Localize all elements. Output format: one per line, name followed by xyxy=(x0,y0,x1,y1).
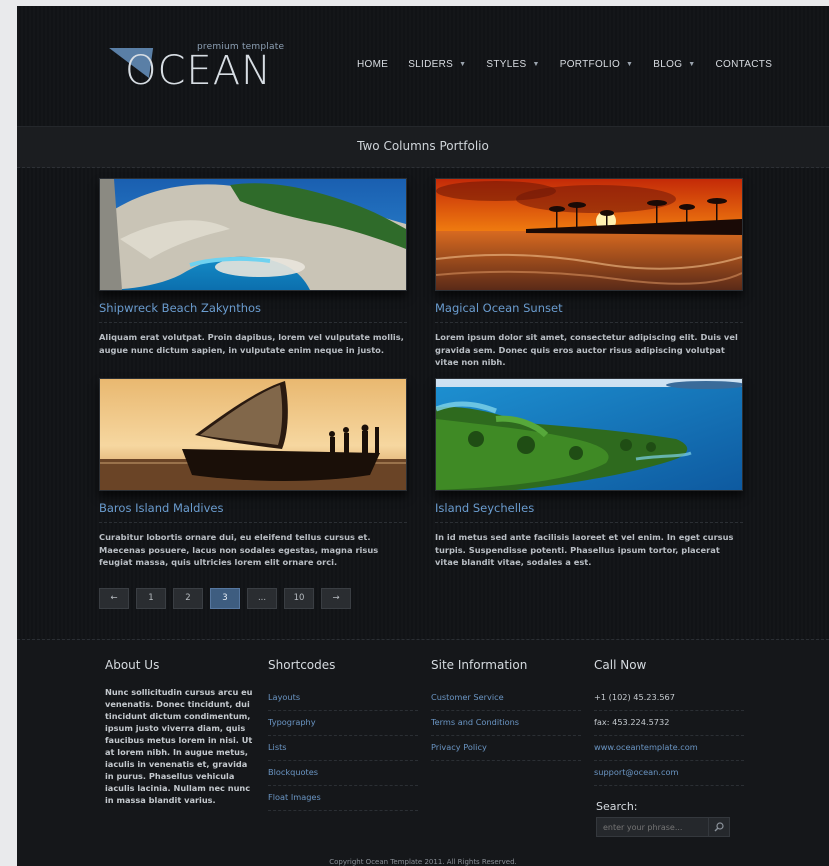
portfolio-title[interactable]: Baros Island Maldives xyxy=(99,501,407,523)
search-box xyxy=(596,817,730,837)
footer-link-privacy[interactable]: Privacy Policy xyxy=(431,736,581,761)
footer-link-lists[interactable]: Lists xyxy=(268,736,418,761)
caret-down-icon: ▼ xyxy=(688,61,696,68)
footer-heading: Site Information xyxy=(431,658,528,672)
portfolio-description: Lorem ipsum dolor sit amet, consectetur … xyxy=(435,332,738,367)
portfolio-description: In id metus sed ante facilisis laoreet e… xyxy=(435,532,734,567)
portfolio-description: Aliquam erat volutpat. Proin dapibus, lo… xyxy=(99,332,404,355)
pagination-prev-button[interactable]: ← xyxy=(99,588,129,609)
footer-heading: About Us xyxy=(105,658,160,672)
footer-call-now: Call Now +1 (102) 45.23.567 fax: 453.224… xyxy=(594,658,744,786)
portfolio-image-sailboat[interactable] xyxy=(99,378,407,491)
footer-link-blockquotes[interactable]: Blockquotes xyxy=(268,761,418,786)
portfolio-image-island[interactable] xyxy=(435,378,743,491)
pagination-next-button[interactable]: → xyxy=(321,588,351,609)
nav-item-label: PORTFOLIO xyxy=(559,59,621,70)
page-title: Two Columns Portfolio xyxy=(357,139,489,153)
footer-about-text: Nunc sollicitudin cursus arcu eu venenat… xyxy=(105,687,253,805)
footer-site-info: Site Information Customer Service Terms … xyxy=(431,658,581,761)
portfolio-image-sunset[interactable] xyxy=(435,178,743,291)
pagination-ellipsis[interactable]: ... xyxy=(247,588,277,609)
footer-email-link[interactable]: support@ocean.com xyxy=(594,761,744,786)
pagination-page-3-active[interactable]: 3 xyxy=(210,588,240,609)
footer-link-typography[interactable]: Typography xyxy=(268,711,418,736)
pagination-page-10[interactable]: 10 xyxy=(284,588,314,609)
footer-link-float-images[interactable]: Float Images xyxy=(268,786,418,811)
pagination-page-1[interactable]: 1 xyxy=(136,588,166,609)
portfolio-title[interactable]: Island Seychelles xyxy=(435,501,743,523)
nav-item-home[interactable]: HOME xyxy=(357,59,388,70)
nav-item-contacts[interactable]: CONTACTS xyxy=(716,59,773,70)
footer-website-link[interactable]: www.oceantemplate.com xyxy=(594,736,744,761)
footer-link-layouts[interactable]: Layouts xyxy=(268,686,418,711)
portfolio-item: Island Seychelles In id metus sed ante f… xyxy=(435,378,743,569)
caret-down-icon: ▼ xyxy=(626,61,634,68)
nav-item-portfolio[interactable]: PORTFOLIO ▼ xyxy=(560,59,634,70)
caret-down-icon: ▼ xyxy=(532,61,540,68)
page: premium template OCEAN HOME SLIDERS ▼ ST… xyxy=(17,6,829,866)
nav-item-label: CONTACTS xyxy=(715,59,773,70)
nav-item-label: BLOG xyxy=(653,59,683,70)
footer-heading: Shortcodes xyxy=(268,658,336,672)
portfolio-title[interactable]: Magical Ocean Sunset xyxy=(435,301,743,323)
page-title-band: Two Columns Portfolio xyxy=(17,126,829,168)
search-input[interactable] xyxy=(597,818,709,836)
nav-item-blog[interactable]: BLOG ▼ xyxy=(653,59,695,70)
logo-brand: OCEAN xyxy=(125,48,272,94)
nav-item-styles[interactable]: STYLES ▼ xyxy=(486,59,539,70)
portfolio-item: Shipwreck Beach Zakynthos Aliquam erat v… xyxy=(99,178,407,356)
footer: About Us Nunc sollicitudin cursus arcu e… xyxy=(17,639,829,866)
search-label: Search: xyxy=(596,800,638,813)
footer-about: About Us Nunc sollicitudin cursus arcu e… xyxy=(105,658,255,806)
portfolio-item: Baros Island Maldives Curabitur lobortis… xyxy=(99,378,407,569)
footer-heading: Call Now xyxy=(594,658,647,672)
portfolio-image-cliff-beach[interactable] xyxy=(99,178,407,291)
search-icon xyxy=(714,822,724,832)
search-button[interactable] xyxy=(708,818,729,836)
pagination-page-2[interactable]: 2 xyxy=(173,588,203,609)
copyright: Copyright Ocean Template 2011. All Right… xyxy=(329,858,517,866)
footer-link-customer-service[interactable]: Customer Service xyxy=(431,686,581,711)
caret-down-icon: ▼ xyxy=(459,61,467,68)
nav-item-label: SLIDERS xyxy=(408,59,454,70)
nav-item-sliders[interactable]: SLIDERS ▼ xyxy=(408,59,466,70)
main-nav: HOME SLIDERS ▼ STYLES ▼ PORTFOLIO ▼ BLOG… xyxy=(357,59,792,70)
pagination: ← 1 2 3 ... 10 → xyxy=(99,588,351,609)
footer-phone: +1 (102) 45.23.567 xyxy=(594,686,744,711)
nav-item-label: HOME xyxy=(357,59,389,70)
portfolio-item: Magical Ocean Sunset Lorem ipsum dolor s… xyxy=(435,178,743,369)
nav-item-label: STYLES xyxy=(486,59,527,70)
logo[interactable]: premium template OCEAN xyxy=(104,42,285,102)
footer-fax: fax: 453.224.5732 xyxy=(594,711,744,736)
portfolio-title[interactable]: Shipwreck Beach Zakynthos xyxy=(99,301,407,323)
footer-link-terms[interactable]: Terms and Conditions xyxy=(431,711,581,736)
portfolio-description: Curabitur lobortis ornare dui, eu eleife… xyxy=(99,532,379,567)
footer-shortcodes: Shortcodes Layouts Typography Lists Bloc… xyxy=(268,658,418,811)
